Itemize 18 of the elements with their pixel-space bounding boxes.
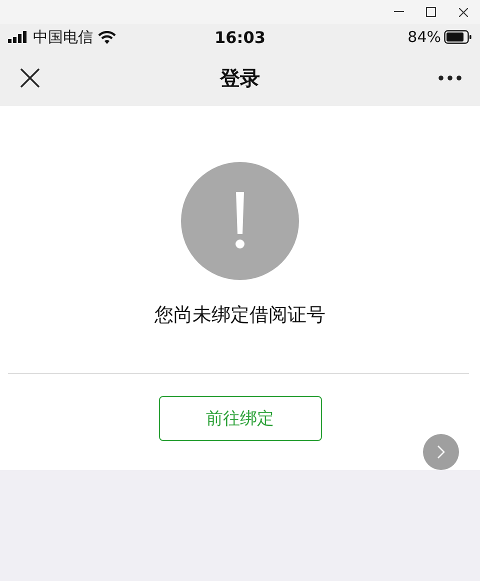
more-icon[interactable] — [438, 75, 462, 81]
maximize-button[interactable] — [424, 5, 438, 19]
battery-icon — [444, 30, 472, 44]
bind-button[interactable]: 前往绑定 — [158, 396, 322, 441]
signal-icon — [8, 31, 28, 43]
close-icon — [458, 8, 468, 16]
maximize-icon — [426, 7, 436, 17]
clock-time: 16:03 — [214, 28, 266, 46]
close-button[interactable] — [456, 5, 470, 19]
unbound-message: 您尚未绑定借阅证号 — [154, 303, 326, 328]
wifi-icon — [98, 30, 116, 44]
minimize-icon — [394, 11, 404, 13]
warning-icon — [181, 162, 299, 280]
page-title: 登录 — [220, 64, 260, 92]
chevron-right-icon — [435, 444, 447, 460]
carrier-name: 中国电信 — [33, 28, 93, 46]
battery-percent: 84% — [408, 28, 441, 46]
close-icon[interactable] — [20, 68, 40, 88]
